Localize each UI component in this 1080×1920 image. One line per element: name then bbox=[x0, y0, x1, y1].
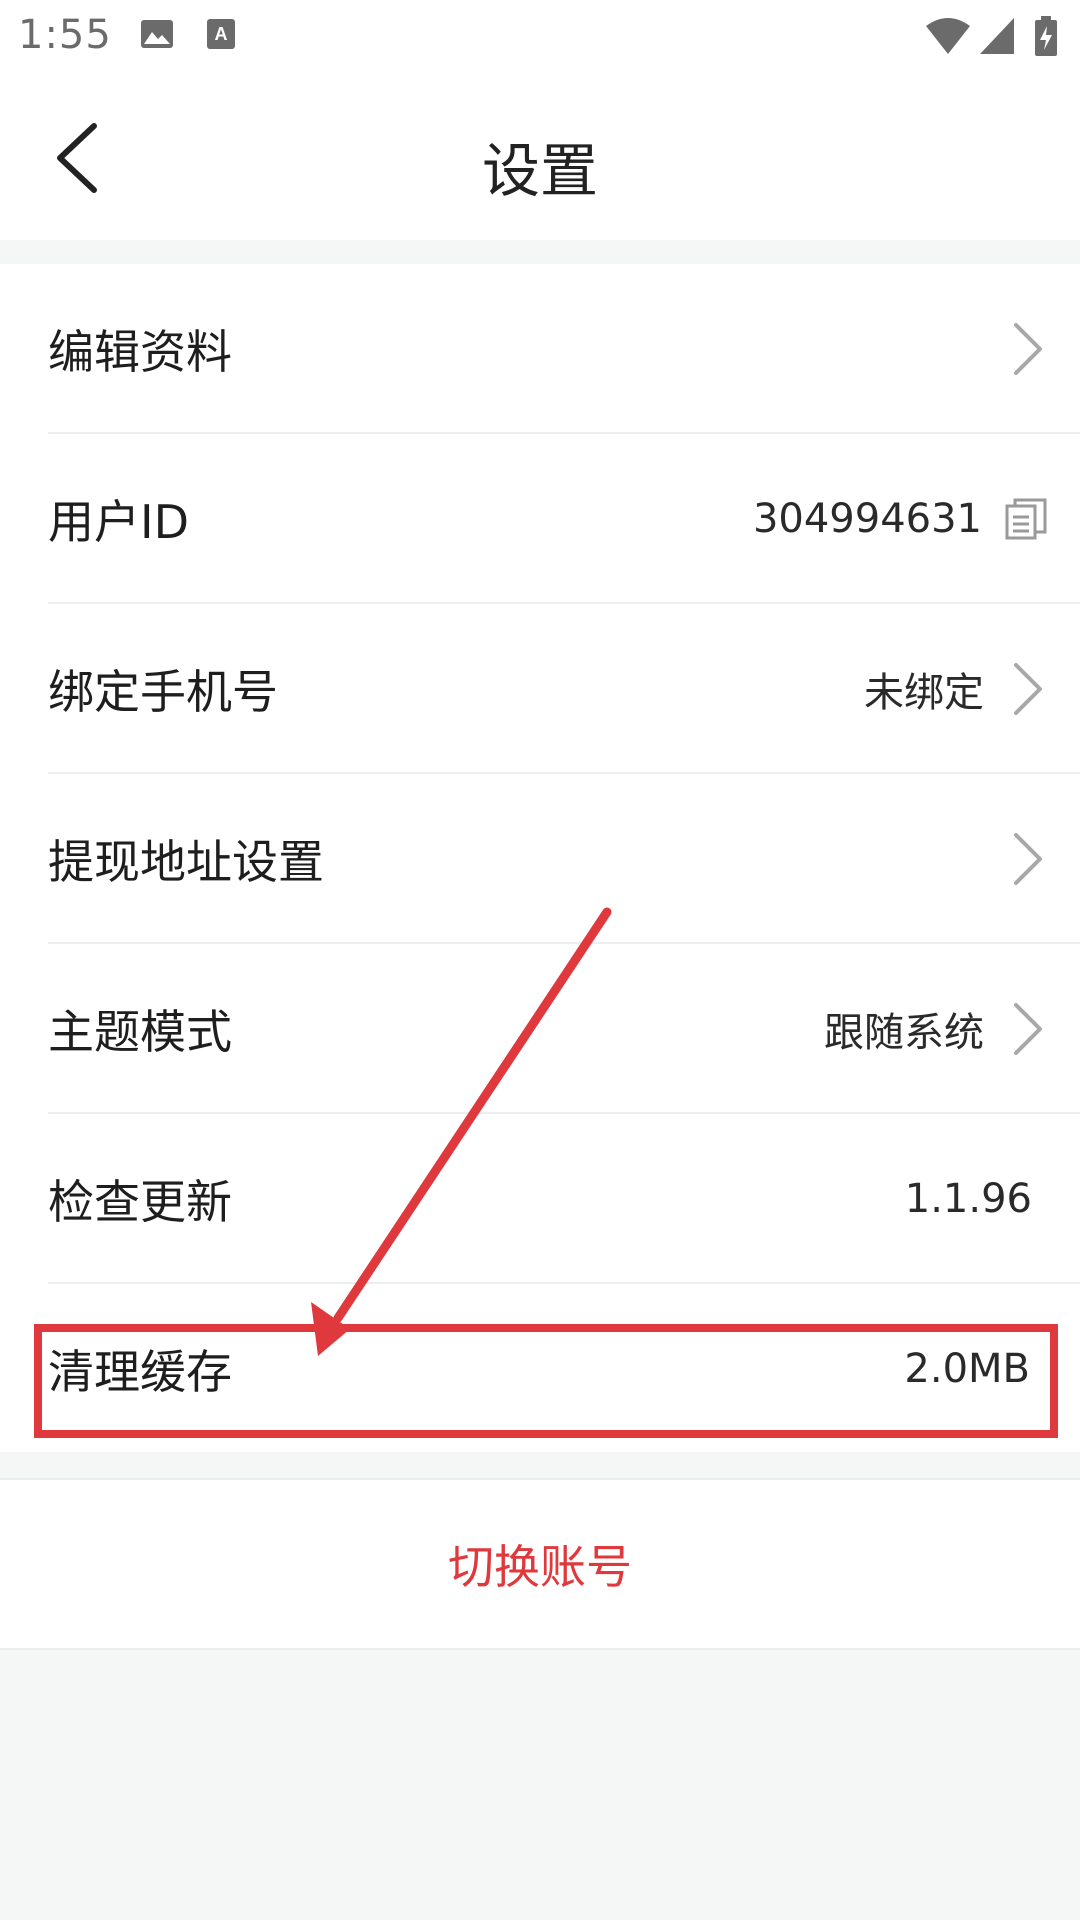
svg-text:A: A bbox=[215, 24, 228, 44]
setting-user-id[interactable]: 用户ID 304994631 bbox=[0, 434, 1080, 604]
setting-check-update[interactable]: 检查更新 1.1.96 bbox=[0, 1114, 1080, 1284]
chevron-right-icon bbox=[1014, 1003, 1042, 1055]
wifi-icon bbox=[924, 16, 972, 60]
setting-label: 检查更新 bbox=[48, 1175, 232, 1229]
setting-label: 编辑资料 bbox=[48, 325, 232, 379]
app-version: 1.1.96 bbox=[904, 1176, 1032, 1222]
image-icon bbox=[140, 16, 174, 58]
user-id-value: 304994631 bbox=[752, 496, 982, 542]
setting-theme-mode[interactable]: 主题模式 跟随系统 bbox=[0, 944, 1080, 1114]
bind-phone-status: 未绑定 bbox=[864, 670, 984, 716]
keyboard-a-icon: A bbox=[206, 16, 236, 58]
status-bar: 1:55 A bbox=[0, 0, 1080, 76]
setting-bind-phone[interactable]: 绑定手机号 未绑定 bbox=[0, 604, 1080, 774]
chevron-right-icon bbox=[1014, 323, 1042, 375]
setting-label: 提现地址设置 bbox=[48, 835, 324, 889]
setting-label: 主题模式 bbox=[48, 1005, 232, 1059]
switch-account-button[interactable]: 切换账号 bbox=[0, 1478, 1080, 1650]
app-header: 设置 bbox=[0, 76, 1080, 240]
copy-icon[interactable] bbox=[1004, 497, 1048, 541]
signal-icon bbox=[978, 16, 1016, 60]
chevron-right-icon bbox=[1014, 663, 1042, 715]
setting-label: 用户ID bbox=[48, 495, 189, 549]
setting-label: 绑定手机号 bbox=[48, 665, 278, 719]
highlight-box bbox=[34, 1324, 1058, 1438]
setting-withdraw-address[interactable]: 提现地址设置 bbox=[0, 774, 1080, 944]
theme-mode-value: 跟随系统 bbox=[824, 1010, 984, 1056]
page-title: 设置 bbox=[481, 137, 598, 205]
setting-edit-profile[interactable]: 编辑资料 bbox=[0, 264, 1080, 434]
battery-charging-icon bbox=[1034, 16, 1058, 62]
chevron-right-icon bbox=[1014, 833, 1042, 885]
status-time: 1:55 bbox=[18, 12, 112, 58]
switch-account-label: 切换账号 bbox=[448, 1540, 632, 1594]
settings-list: 编辑资料 用户ID 304994631 绑定手机号 未绑定 提现地址设置 主题模… bbox=[0, 264, 1080, 1452]
